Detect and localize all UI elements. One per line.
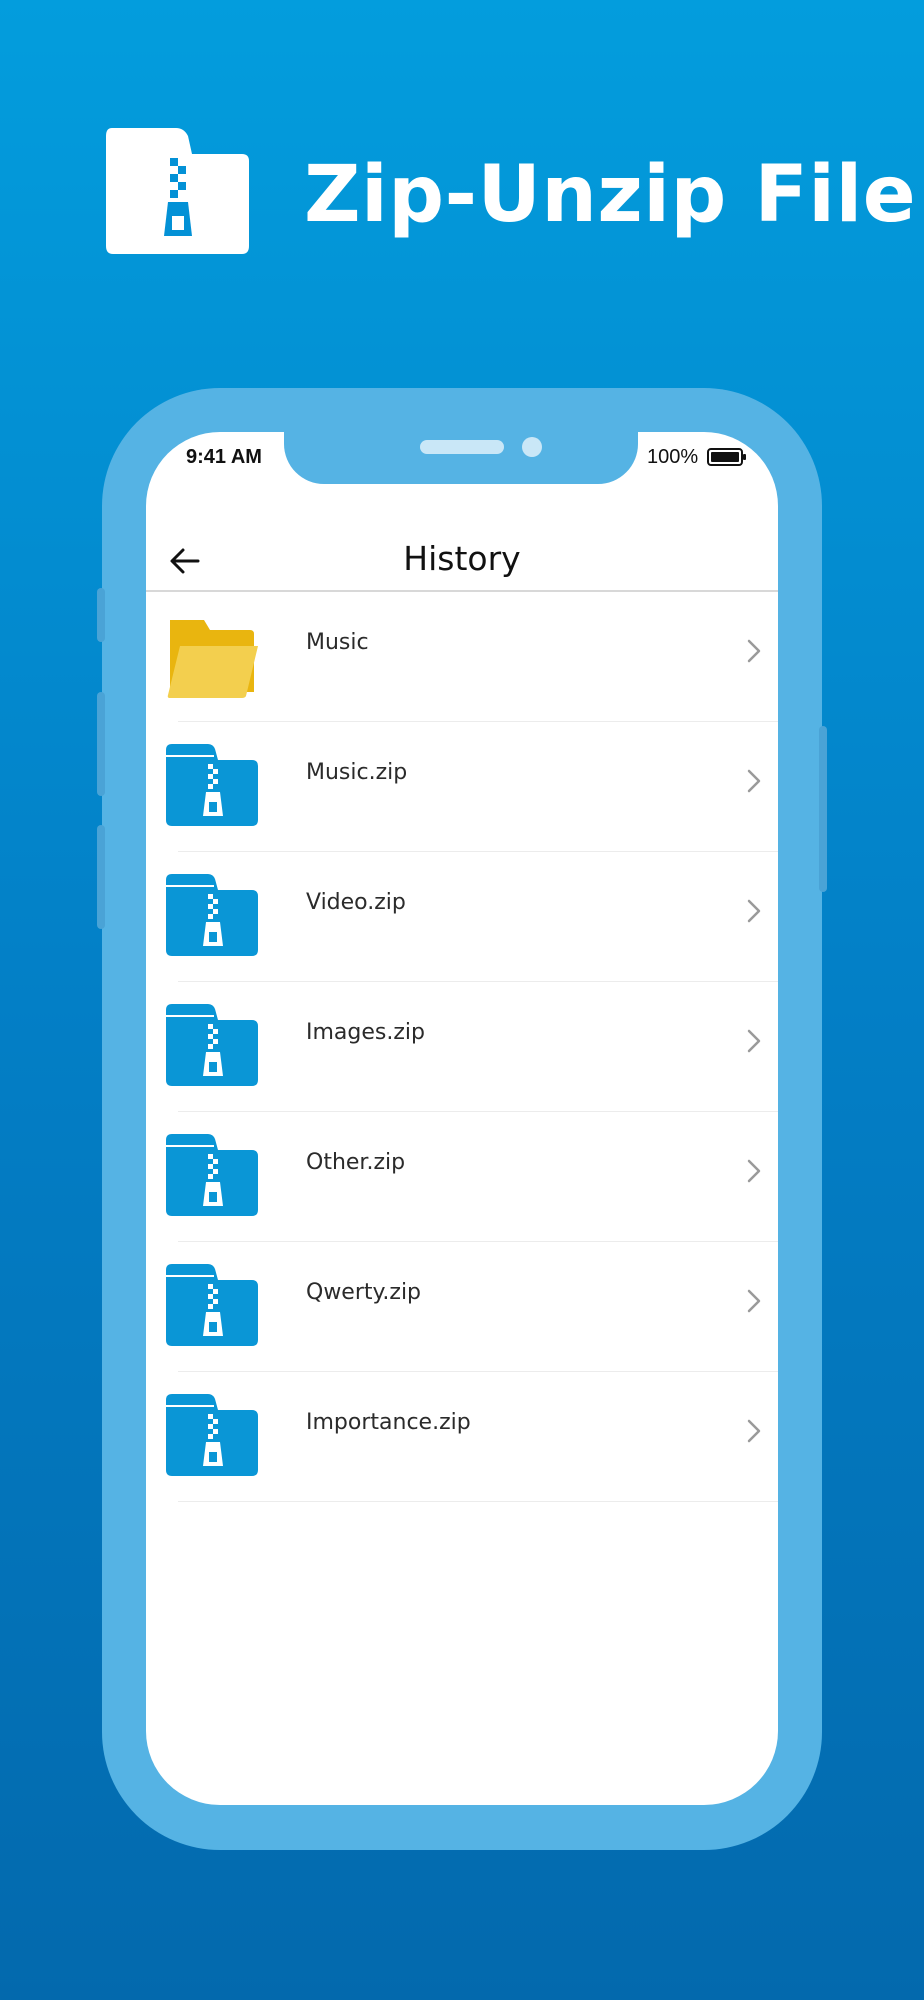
item-name: Qwerty.zip xyxy=(306,1280,422,1305)
phone-side-button xyxy=(97,692,105,796)
chevron-right-icon xyxy=(747,769,761,793)
list-item[interactable]: Qwerty.zip xyxy=(146,1242,778,1372)
app-title: Zip-Unzip File xyxy=(304,150,917,240)
chevron-right-icon xyxy=(747,1029,761,1053)
list-item[interactable]: Music xyxy=(146,592,778,722)
chevron-right-icon xyxy=(747,1419,761,1443)
item-name: Video.zip xyxy=(306,890,406,915)
item-name: Music.zip xyxy=(306,760,408,785)
item-name: Music xyxy=(306,630,369,655)
list-item[interactable]: Images.zip xyxy=(146,982,778,1112)
chevron-right-icon xyxy=(747,1159,761,1183)
history-list: Music Music.zip Video.zip Images.zip Oth… xyxy=(146,592,778,1502)
folder-icon xyxy=(167,620,258,698)
phone-side-button xyxy=(819,726,827,892)
phone-side-button xyxy=(97,588,105,642)
item-name: Importance.zip xyxy=(306,1410,471,1435)
list-item[interactable]: Video.zip xyxy=(146,852,778,982)
battery-icon xyxy=(707,448,746,466)
list-item[interactable]: Other.zip xyxy=(146,1112,778,1242)
list-item[interactable]: Music.zip xyxy=(146,722,778,852)
item-name: Images.zip xyxy=(306,1020,425,1045)
status-time: 9:41 AM xyxy=(186,446,262,468)
app-header: History xyxy=(146,524,778,592)
zip-folder-logo-icon xyxy=(106,128,249,254)
chevron-right-icon xyxy=(747,1289,761,1313)
phone-side-button xyxy=(97,825,105,929)
status-battery-percent: 100% xyxy=(647,446,699,468)
speaker xyxy=(420,440,504,454)
page-title: History xyxy=(403,539,521,578)
list-item[interactable]: Importance.zip xyxy=(146,1372,778,1502)
zip-file-icon xyxy=(166,1394,258,1476)
item-name: Other.zip xyxy=(306,1150,406,1175)
zip-file-icon xyxy=(166,1264,258,1346)
chevron-right-icon xyxy=(747,639,761,663)
zip-file-icon xyxy=(166,744,258,826)
front-camera xyxy=(522,437,542,457)
phone-screen: 9:41 AM 100% History Music Music.zip Vid… xyxy=(146,432,778,1805)
zip-file-icon xyxy=(166,1134,258,1216)
chevron-right-icon xyxy=(747,899,761,923)
zip-file-icon xyxy=(166,1004,258,1086)
zip-file-icon xyxy=(166,874,258,956)
phone-notch xyxy=(284,432,638,484)
